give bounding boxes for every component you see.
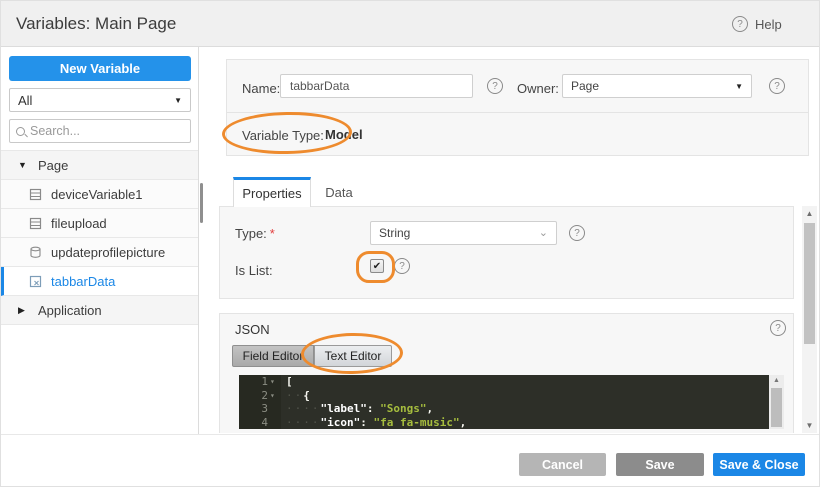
help-label: Help — [755, 16, 782, 32]
tree-item-tabbardata[interactable]: tabbarData — [1, 267, 198, 296]
owner-select[interactable]: Page ▼ — [562, 74, 752, 98]
search-input[interactable] — [30, 124, 180, 138]
sidebar-scrollbar-thumb[interactable] — [200, 183, 203, 223]
caret-down-icon: ▼ — [174, 95, 182, 105]
tree-group-label: Page — [38, 157, 69, 173]
save-button[interactable]: Save — [616, 453, 704, 476]
type-help-icon[interactable]: ? — [569, 225, 585, 241]
divider — [227, 112, 808, 113]
line-number: 1 — [261, 375, 268, 388]
variable-filter-select[interactable]: All ▼ — [9, 88, 191, 112]
line-number: 4 — [261, 415, 268, 429]
scroll-up-icon[interactable]: ▲ — [769, 377, 784, 384]
tree-item-label: tabbarData — [51, 273, 116, 289]
device-variable-icon — [29, 217, 42, 230]
type-value: String — [379, 226, 411, 240]
code-line: 3 ····"label": "Songs", — [239, 402, 769, 416]
chevron-down-icon: ⌄ — [538, 227, 548, 239]
tree-group-application[interactable]: ▶ Application — [1, 296, 198, 325]
scroll-down-icon[interactable]: ▼ — [802, 421, 817, 430]
code-line: 2 ▾ ··{ — [239, 388, 769, 402]
variable-type-label: Variable Type: — [242, 128, 324, 143]
code-line: 1 ▾ [ — [239, 375, 769, 389]
variable-filter-value: All — [18, 92, 33, 108]
code-editor[interactable]: 1 ▾ [ 2 ▾ ··{ 3 ····"label": "Songs", 4 ··… — [239, 375, 769, 429]
variable-type-value: Model — [325, 127, 363, 142]
tab-data[interactable]: Data — [313, 177, 365, 207]
service-variable-icon — [29, 246, 42, 259]
model-variable-icon — [29, 275, 42, 288]
help-icon: ? — [732, 16, 748, 32]
json-section: JSON ? Field Editor Text Editor 1 ▾ [ 2 ▾ … — [219, 313, 794, 433]
name-input[interactable] — [280, 74, 473, 98]
tree-group-label: Application — [38, 302, 102, 318]
help-button[interactable]: ? Help — [732, 15, 782, 33]
dialog-header: Variables: Main Page ? Help — [1, 1, 819, 47]
tree-item-devicevariable1[interactable]: deviceVariable1 — [1, 180, 198, 209]
panel-scrollbar[interactable]: ▲ ▼ — [802, 206, 817, 433]
tree-item-label: fileupload — [51, 215, 107, 231]
tree-group-page[interactable]: ▼ Page — [1, 151, 198, 180]
type-label: Type: * — [235, 226, 275, 241]
new-variable-button[interactable]: New Variable — [9, 56, 191, 81]
device-variable-icon — [29, 188, 42, 201]
panel-scrollbar-thumb[interactable] — [804, 223, 815, 344]
page-title: Variables: Main Page — [16, 14, 177, 33]
checkmark-icon: ✔ — [372, 260, 382, 272]
required-asterisk: * — [269, 226, 275, 241]
tree-item-updateprofilepicture[interactable]: updateprofilepicture — [1, 238, 198, 267]
type-select[interactable]: String ⌄ — [370, 221, 557, 245]
search-icon — [16, 126, 25, 136]
text-editor-button[interactable]: Text Editor — [314, 345, 392, 367]
json-section-title: JSON — [235, 322, 270, 337]
variables-sidebar: New Variable All ▼ ▼ Page deviceVariable… — [1, 47, 199, 434]
owner-help-icon[interactable]: ? — [769, 78, 785, 94]
field-editor-button[interactable]: Field Editor — [232, 345, 314, 367]
cancel-button[interactable]: Cancel — [519, 453, 606, 476]
is-list-help-icon[interactable]: ? — [394, 258, 410, 274]
code-line: 4 ····"icon": "fa fa-music", — [239, 415, 769, 429]
owner-label: Owner:* — [517, 81, 567, 96]
editor-scrollbar-thumb[interactable] — [771, 388, 782, 427]
variable-tree: ▼ Page deviceVariable1 fileupload update… — [1, 150, 198, 325]
expand-icon: ▶ — [18, 304, 25, 315]
name-help-icon[interactable]: ? — [487, 78, 503, 94]
dialog-footer: Cancel Save Save & Close — [1, 434, 819, 486]
line-number: 2 — [261, 388, 268, 402]
save-and-close-button[interactable]: Save & Close — [713, 453, 805, 476]
tab-properties[interactable]: Properties — [233, 177, 311, 207]
tree-item-label: deviceVariable1 — [51, 186, 143, 202]
line-number: 3 — [261, 402, 268, 415]
collapse-icon: ▼ — [18, 160, 27, 170]
tree-item-label: updateprofilepicture — [51, 244, 166, 260]
json-help-icon[interactable]: ? — [770, 320, 786, 336]
variable-search — [9, 119, 191, 143]
is-list-checkbox[interactable]: ✔ — [370, 259, 384, 273]
scroll-up-icon[interactable]: ▲ — [802, 209, 817, 218]
caret-down-icon: ▼ — [735, 81, 743, 91]
tree-item-fileupload[interactable]: fileupload — [1, 209, 198, 238]
fold-icon: ▾ — [270, 390, 275, 400]
is-list-label: Is List: — [235, 263, 273, 278]
variable-summary-box: Name:* ? Owner:* Page ▼ ? Variable Type:… — [226, 59, 809, 156]
properties-panel: Type: * String ⌄ ? Is List: ✔ ? — [219, 206, 794, 299]
editor-scrollbar[interactable]: ▲ — [769, 375, 784, 429]
owner-value: Page — [571, 79, 600, 93]
fold-icon: ▾ — [270, 377, 275, 386]
variables-dialog: Variables: Main Page ? Help New Variable… — [0, 0, 820, 487]
